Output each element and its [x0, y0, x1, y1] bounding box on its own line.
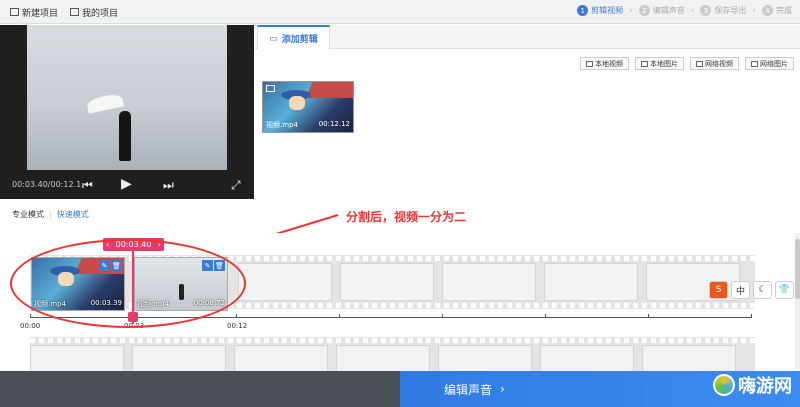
play-icon[interactable]: ▶ [121, 177, 132, 191]
player-controls: 00:03.40/00:12.1 ⏮ ▶ ⏭ ⤢ [0, 170, 254, 199]
step-indicator: 1 剪辑视频 › 2 编辑声音 › 3 保存导出 › 4 完成 [577, 5, 792, 16]
plus-box-icon [10, 8, 19, 16]
fast-mode-link[interactable]: 快速模式 [57, 209, 89, 220]
web-video-button[interactable]: 网络视频 [690, 57, 739, 70]
button-label: 网络图片 [760, 59, 788, 68]
annotation-text: 分割后，视频一分为二 [346, 210, 467, 224]
tab-label: 添加剪辑 [281, 35, 318, 45]
next-step-label: 编辑声音 [444, 382, 493, 397]
video-camera-icon [266, 85, 275, 92]
step-label: 编辑声音 [652, 6, 685, 15]
tab-add-clip[interactable]: ▭ 添加剪辑 [257, 25, 330, 50]
step-label: 保存导出 [714, 6, 747, 15]
image-file-icon [641, 60, 648, 67]
chevron-right-icon: › [629, 5, 633, 16]
pro-mode-link[interactable]: 专业模式 [12, 209, 44, 220]
new-project-label: 新建项目 [22, 8, 59, 19]
new-project-button[interactable]: 新建项目 [10, 6, 59, 19]
ruler-tick [751, 314, 752, 318]
chinese-mode-button[interactable]: 中 [731, 281, 750, 299]
top-bar: 新建项目 我的项目 1 剪辑视频 › 2 编辑声音 › 3 保存导出 › 4 完成 [0, 0, 800, 24]
video-player: 00:03.40/00:12.1 ⏮ ▶ ⏭ ⤢ [0, 25, 254, 199]
tick-label: 00:12 [227, 322, 248, 330]
web-image-button[interactable]: 网络图片 [745, 57, 794, 70]
step-edit-video: 1 剪辑视频 [577, 5, 623, 16]
button-label: 本地视频 [595, 59, 623, 68]
step-label: 剪辑视频 [591, 6, 624, 15]
ruler-tick [236, 314, 237, 318]
step-label: 完成 [776, 6, 792, 15]
video-camera-icon: ▭ [269, 33, 278, 44]
step-edit-audio: 2 编辑声音 [638, 5, 685, 16]
ruler-tick [30, 314, 31, 318]
timeline-scrollbar[interactable] [795, 233, 800, 369]
panel-tab-bar: ▭ 添加剪辑 [255, 25, 800, 50]
add-clip-panel: ▭ 添加剪辑 本地视频 本地图片 网络视频 网络图片 视频.mp4 00:12.… [255, 25, 800, 199]
video-file-icon [586, 60, 593, 67]
video-preview [27, 25, 227, 170]
sogou-logo-icon[interactable]: S [709, 281, 728, 299]
step-number: 4 [762, 5, 773, 16]
local-video-button[interactable]: 本地视频 [580, 57, 629, 70]
image-file-icon [751, 60, 758, 67]
prev-frame-icon[interactable]: ⏮ [82, 179, 93, 191]
ruler-tick [545, 314, 546, 318]
ruler-tick [339, 314, 340, 318]
step-number: 3 [700, 5, 712, 16]
tick-label: 00:00 [20, 322, 41, 330]
umbrella-figure [85, 92, 125, 114]
my-projects-button[interactable]: 我的项目 [70, 6, 119, 19]
source-buttons: 本地视频 本地图片 网络视频 网络图片 [580, 57, 794, 70]
divider: | [49, 210, 52, 219]
step-save-export: 3 保存导出 [700, 5, 746, 16]
timeline: ✎ 🗑 视频.mp4 00:03.39 ✎ 🗑 视频.mp4 00:08.72 … [0, 233, 800, 391]
clip-info: 视频.mp4 00:12.12 [266, 120, 350, 130]
mode-switch: 专业模式 | 快速模式 [12, 209, 89, 220]
chevron-right-icon: › [752, 5, 756, 16]
ime-toolbar: S 中 ☾ 👕 [709, 281, 794, 299]
step-done: 4 完成 [762, 5, 792, 16]
playback-time: 00:03.40/00:12.1 [12, 180, 82, 189]
ruler-tick [442, 314, 443, 318]
brand-watermark: 嗨游网 [713, 372, 792, 398]
bottom-bar: 编辑声音 › 嗨游网 [0, 371, 800, 407]
moon-icon[interactable]: ☾ [753, 281, 772, 299]
step-number: 2 [638, 5, 650, 16]
button-label: 网络视频 [705, 59, 733, 68]
button-label: 本地图片 [650, 59, 678, 68]
shirt-icon[interactable]: 👕 [775, 281, 794, 299]
clip-duration: 00:12.12 [318, 120, 350, 128]
next-frame-icon[interactable]: ⏭ [163, 179, 174, 191]
chevron-right-icon: › [690, 5, 695, 16]
fullscreen-icon[interactable]: ⤢ [231, 179, 241, 191]
local-image-button[interactable]: 本地图片 [635, 57, 684, 70]
ruler-tick [648, 314, 649, 318]
brand-logo-icon [713, 374, 735, 396]
scrollbar-thumb[interactable] [795, 239, 800, 299]
clip-name: 视频.mp4 [266, 121, 298, 129]
library-clip[interactable]: 视频.mp4 00:12.12 [262, 81, 354, 133]
brand-text: 嗨游网 [738, 376, 792, 397]
annotation-ellipse [10, 239, 246, 328]
folder-icon [70, 8, 79, 16]
my-projects-label: 我的项目 [82, 8, 119, 19]
step-number: 1 [577, 5, 589, 16]
chevron-right-icon: › [500, 382, 505, 396]
person-figure [119, 111, 131, 161]
video-file-icon [696, 60, 703, 67]
